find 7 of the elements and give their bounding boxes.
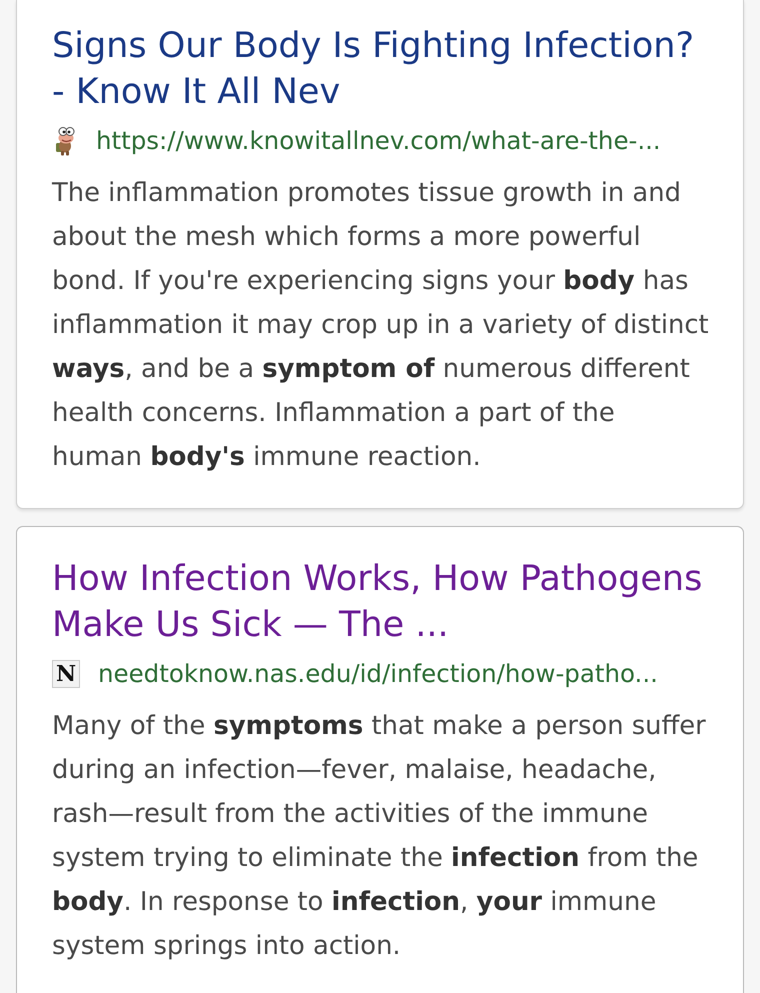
letter-n-icon: N (52, 660, 80, 688)
result-snippet: Many of the symptoms that make a person suffer during an infection—fever, malaise, headache, rash—result from the activities of the immune system trying to eliminate the infection from the body. In response to infection, your immune system springs into action. (52, 710, 707, 963)
result-url: needtoknow.nas.edu/id/infection/how-patho... (98, 658, 658, 690)
result-title-link[interactable]: Signs Our Body Is Fighting Infection? - Know It All Nev (52, 23, 712, 115)
result-snippet: The inflammation promotes tissue growth in and about the mesh which forms a more powerful bond. If you're experiencing signs your body has inflammation it may crop up in a variety of distinct ways, and be a symptom of numerous different health concerns. Inflammation a part of the human body's immune reaction. (52, 177, 710, 474)
result-url: https://www.knowitallnev.com/what-are-the-... (96, 125, 661, 157)
result-title-link[interactable]: How Infection Works, How Pathogens Make Us Sick — The ... (52, 556, 712, 648)
